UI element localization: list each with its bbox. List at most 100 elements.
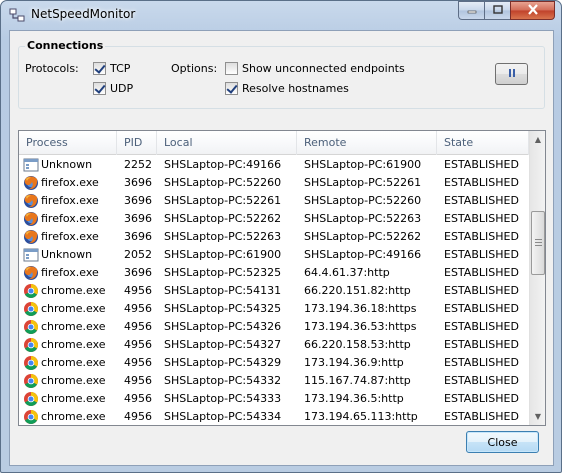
table-row[interactable]: firefox.exe 3696 SHSLaptop-PC:52262 SHSL… bbox=[19, 210, 529, 228]
firefox-icon bbox=[23, 265, 39, 281]
process-cell: chrome.exe bbox=[41, 302, 106, 315]
state-cell: ESTABLISHED bbox=[444, 284, 519, 297]
process-cell: chrome.exe bbox=[41, 356, 106, 369]
chrome-icon bbox=[23, 409, 39, 425]
resolve-hostnames-checkbox[interactable] bbox=[225, 82, 238, 95]
state-cell: ESTABLISHED bbox=[444, 374, 519, 387]
pid-cell: 3696 bbox=[124, 212, 152, 225]
column-header-pid[interactable]: PID bbox=[117, 131, 157, 155]
show-unconnected-label[interactable]: Show unconnected endpoints bbox=[242, 62, 405, 75]
local-cell: SHSLaptop-PC:54334 bbox=[164, 410, 282, 423]
maximize-button[interactable] bbox=[484, 1, 510, 20]
chrome-icon bbox=[23, 319, 39, 335]
connections-group: Connections Protocols: TCP UDP Options: … bbox=[18, 39, 545, 109]
table-row[interactable]: chrome.exe 4956 SHSLaptop-PC:54131 66.22… bbox=[19, 282, 529, 300]
pid-cell: 4956 bbox=[124, 356, 152, 369]
pid-cell: 2252 bbox=[124, 158, 152, 171]
udp-checkbox[interactable] bbox=[93, 82, 106, 95]
scroll-up-button[interactable]: ▲ bbox=[530, 131, 545, 148]
tcp-label[interactable]: TCP bbox=[110, 62, 130, 75]
resolve-hostnames-label[interactable]: Resolve hostnames bbox=[242, 82, 349, 95]
local-cell: SHSLaptop-PC:54329 bbox=[164, 356, 282, 369]
protocols-label: Protocols: bbox=[25, 62, 79, 75]
local-cell: SHSLaptop-PC:54327 bbox=[164, 338, 282, 351]
firefox-icon bbox=[23, 211, 39, 227]
title-bar[interactable]: NetSpeedMonitor bbox=[1, 1, 561, 29]
table-row[interactable]: Unknown 2252 SHSLaptop-PC:49166 SHSLapto… bbox=[19, 156, 529, 174]
process-cell: chrome.exe bbox=[41, 374, 106, 387]
local-cell: SHSLaptop-PC:54332 bbox=[164, 374, 282, 387]
table-row[interactable]: firefox.exe 3696 SHSLaptop-PC:52261 SHSL… bbox=[19, 192, 529, 210]
close-button[interactable]: Close bbox=[466, 431, 539, 453]
network-monitor-icon bbox=[9, 7, 25, 23]
table-row[interactable]: chrome.exe 4956 SHSLaptop-PC:54325 173.1… bbox=[19, 300, 529, 318]
table-row[interactable]: chrome.exe 4956 SHSLaptop-PC:54332 115.1… bbox=[19, 372, 529, 390]
udp-label[interactable]: UDP bbox=[110, 82, 133, 95]
column-header-local[interactable]: Local bbox=[157, 131, 297, 155]
pid-cell: 4956 bbox=[124, 284, 152, 297]
table-row[interactable]: firefox.exe 3696 SHSLaptop-PC:52263 SHSL… bbox=[19, 228, 529, 246]
chrome-icon bbox=[23, 337, 39, 353]
pid-cell: 4956 bbox=[124, 338, 152, 351]
remote-cell: 173.194.65.113:http bbox=[304, 410, 418, 423]
window-title: NetSpeedMonitor bbox=[31, 7, 136, 21]
table-row[interactable]: chrome.exe 4956 SHSLaptop-PC:54333 173.1… bbox=[19, 390, 529, 408]
remote-cell: 173.194.36.18:https bbox=[304, 302, 417, 315]
connections-list[interactable]: Process PID Local Remote State Unknown 2… bbox=[18, 130, 546, 426]
table-row[interactable]: chrome.exe 4956 SHSLaptop-PC:54326 173.1… bbox=[19, 318, 529, 336]
pause-icon bbox=[507, 68, 517, 81]
table-row[interactable]: chrome.exe 4956 SHSLaptop-PC:54327 66.22… bbox=[19, 336, 529, 354]
remote-cell: 115.167.74.87:http bbox=[304, 374, 411, 387]
process-cell: chrome.exe bbox=[41, 410, 106, 423]
column-header-remote[interactable]: Remote bbox=[297, 131, 437, 155]
minimize-button[interactable] bbox=[458, 1, 484, 20]
firefox-icon bbox=[23, 175, 39, 191]
local-cell: SHSLaptop-PC:54325 bbox=[164, 302, 282, 315]
local-cell: SHSLaptop-PC:52262 bbox=[164, 212, 282, 225]
table-row[interactable]: chrome.exe 4956 SHSLaptop-PC:54334 173.1… bbox=[19, 408, 529, 425]
table-row[interactable]: Unknown 2052 SHSLaptop-PC:61900 SHSLapto… bbox=[19, 246, 529, 264]
local-cell: SHSLaptop-PC:52260 bbox=[164, 176, 282, 189]
process-cell: firefox.exe bbox=[41, 212, 99, 225]
show-unconnected-checkbox[interactable] bbox=[225, 62, 238, 75]
state-cell: ESTABLISHED bbox=[444, 158, 519, 171]
vertical-scrollbar[interactable]: ▲ ▼ bbox=[529, 131, 545, 425]
window-close-button[interactable] bbox=[510, 1, 555, 20]
column-header-state[interactable]: State bbox=[437, 131, 529, 155]
table-row[interactable]: firefox.exe 3696 SHSLaptop-PC:52260 SHSL… bbox=[19, 174, 529, 192]
process-cell: Unknown bbox=[41, 158, 93, 171]
remote-cell: SHSLaptop-PC:52261 bbox=[304, 176, 422, 189]
table-row[interactable]: firefox.exe 3696 SHSLaptop-PC:52325 64.4… bbox=[19, 264, 529, 282]
local-cell: SHSLaptop-PC:54333 bbox=[164, 392, 282, 405]
state-cell: ESTABLISHED bbox=[444, 320, 519, 333]
local-cell: SHSLaptop-PC:54326 bbox=[164, 320, 282, 333]
chrome-icon bbox=[23, 391, 39, 407]
process-cell: chrome.exe bbox=[41, 284, 106, 297]
chrome-icon bbox=[23, 283, 39, 299]
remote-cell: SHSLaptop-PC:52262 bbox=[304, 230, 422, 243]
remote-cell: 173.194.36.9:http bbox=[304, 356, 404, 369]
state-cell: ESTABLISHED bbox=[444, 356, 519, 369]
arrow-up-icon: ▲ bbox=[534, 135, 542, 144]
chrome-icon bbox=[23, 301, 39, 317]
remote-cell: SHSLaptop-PC:49166 bbox=[304, 248, 422, 261]
scrollbar-thumb[interactable] bbox=[531, 211, 545, 275]
pause-button[interactable] bbox=[495, 63, 528, 85]
process-cell: chrome.exe bbox=[41, 392, 106, 405]
local-cell: SHSLaptop-PC:52263 bbox=[164, 230, 282, 243]
chrome-icon bbox=[23, 373, 39, 389]
dialog-body: Connections Protocols: TCP UDP Options: … bbox=[9, 30, 554, 466]
table-row[interactable]: chrome.exe 4956 SHSLaptop-PC:54329 173.1… bbox=[19, 354, 529, 372]
tcp-checkbox[interactable] bbox=[93, 62, 106, 75]
state-cell: ESTABLISHED bbox=[444, 230, 519, 243]
group-title: Connections bbox=[25, 39, 106, 52]
pid-cell: 4956 bbox=[124, 392, 152, 405]
remote-cell: 66.220.158.53:http bbox=[304, 338, 411, 351]
remote-cell: 173.194.36.5:http bbox=[304, 392, 404, 405]
caption-buttons bbox=[458, 1, 555, 20]
scroll-down-button[interactable]: ▼ bbox=[530, 408, 545, 425]
column-header-process[interactable]: Process bbox=[19, 131, 117, 155]
state-cell: ESTABLISHED bbox=[444, 410, 519, 423]
process-cell: firefox.exe bbox=[41, 176, 99, 189]
pid-cell: 3696 bbox=[124, 266, 152, 279]
